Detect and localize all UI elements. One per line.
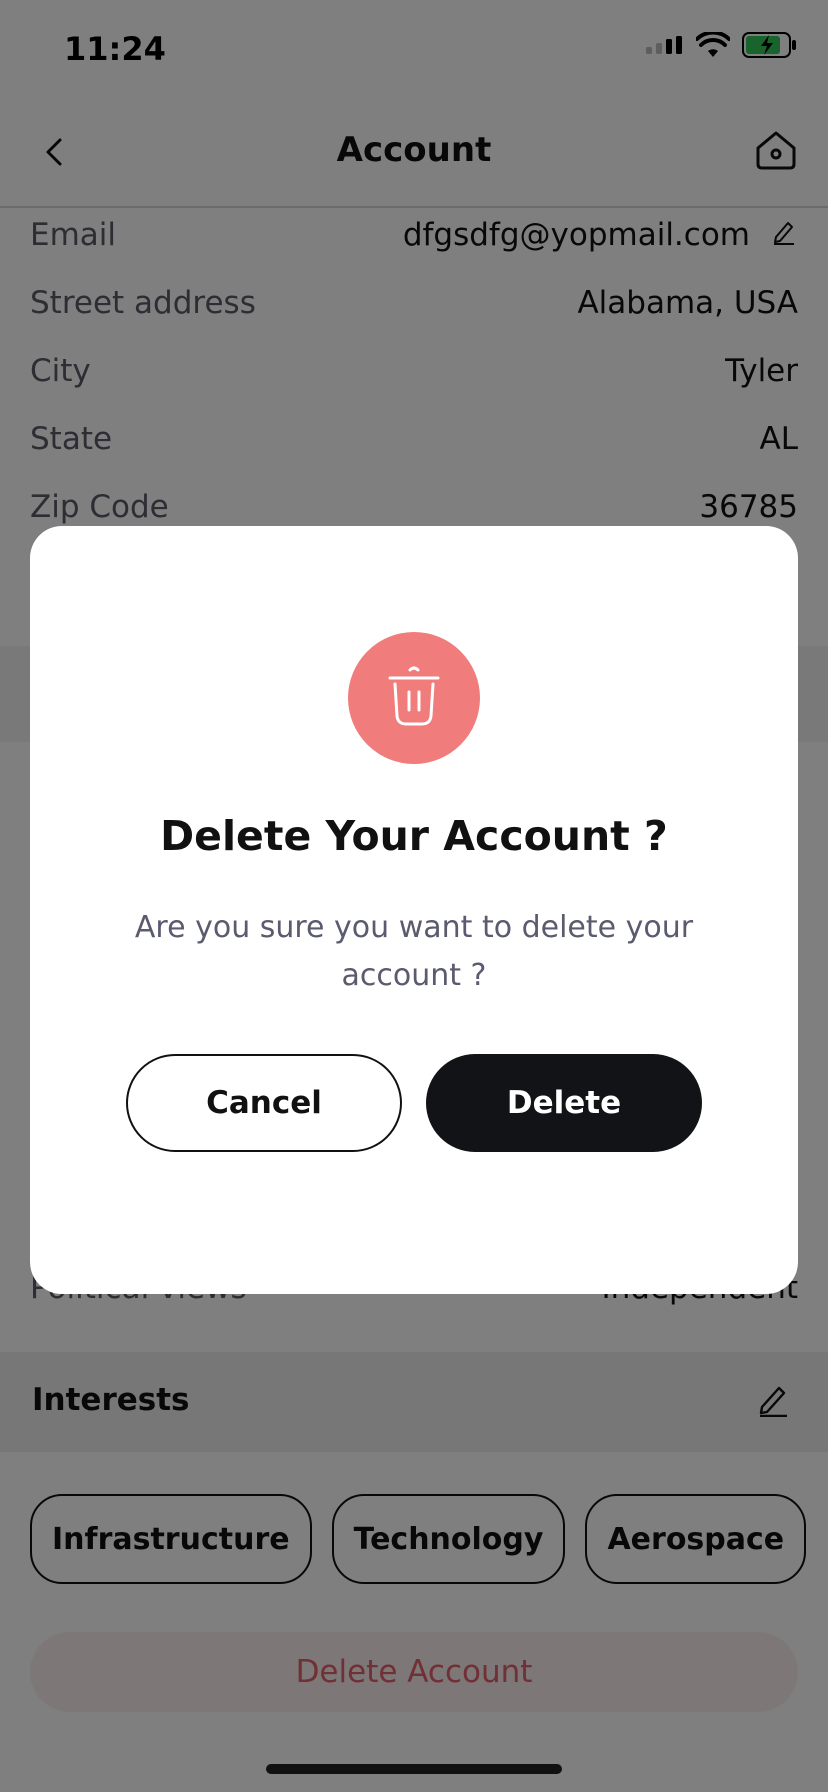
dialog-title: Delete Your Account ?	[160, 812, 668, 860]
cancel-button[interactable]: Cancel	[126, 1054, 402, 1152]
delete-account-dialog: Delete Your Account ? Are you sure you w…	[30, 526, 798, 1294]
dialog-message: Are you sure you want to delete your acc…	[134, 910, 694, 993]
delete-button[interactable]: Delete	[426, 1054, 702, 1152]
home-indicator	[266, 1764, 562, 1774]
trash-icon-circle	[348, 632, 480, 764]
trash-icon	[384, 664, 444, 732]
